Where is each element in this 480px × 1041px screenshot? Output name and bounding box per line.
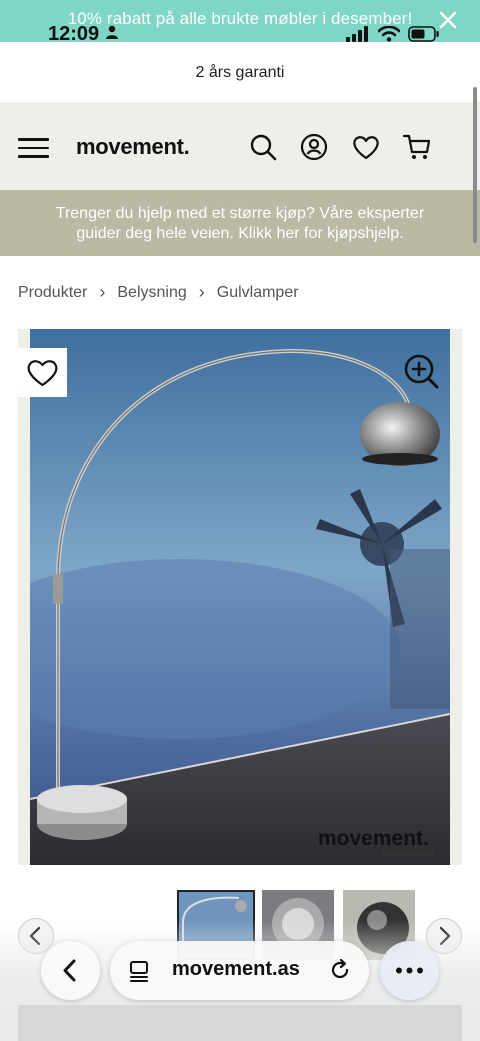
heart-icon (27, 360, 58, 387)
add-to-wishlist-button[interactable] (18, 348, 67, 397)
content-below (18, 1005, 462, 1041)
wifi-icon (378, 26, 400, 42)
breadcrumb: Produkter › Belysning › Gulvlamper (18, 282, 299, 303)
browser-more-button[interactable] (380, 941, 439, 1000)
image-watermark: movement. (318, 827, 429, 850)
person-icon (105, 25, 118, 39)
help-line-1: Trenger du hjelp med et større kjøp? Vår… (55, 205, 425, 222)
help-line-2: guider deg hele veien. Klikk her for kjø… (76, 225, 404, 242)
guarantee-strip: 2 års garanti (0, 46, 480, 102)
cart-icon[interactable] (402, 132, 432, 162)
status-bar: 12:09 (0, 22, 480, 46)
breadcrumb-item-belysning[interactable]: Belysning (117, 284, 186, 302)
site-logo[interactable]: movement. (76, 134, 190, 160)
breadcrumb-item-produkter[interactable]: Produkter (18, 284, 87, 302)
reader-view-icon[interactable] (128, 959, 152, 983)
breadcrumb-item-gulvlamper[interactable]: Gulvlamper (217, 284, 299, 302)
wishlist-icon[interactable] (351, 132, 381, 162)
search-icon[interactable] (248, 132, 278, 162)
scrollbar[interactable] (473, 87, 477, 243)
more-icon (396, 967, 423, 974)
purchase-help-banner[interactable]: Trenger du hjelp med et større kjøp? Vår… (0, 190, 480, 256)
time-text: 12:09 (48, 23, 100, 45)
breadcrumb-separator: › (198, 282, 205, 302)
hamburger-menu-icon[interactable] (18, 138, 49, 158)
floor-lamp-photo: movement. (30, 329, 450, 865)
breadcrumb-separator: › (99, 282, 106, 302)
url-text: movement.as (172, 958, 300, 980)
status-time: 12:09 (48, 23, 119, 46)
product-image[interactable]: movement. (18, 329, 462, 865)
account-icon[interactable] (299, 132, 329, 162)
address-bar[interactable]: movement.as (110, 941, 369, 1000)
back-arrow-icon (63, 959, 76, 982)
zoom-in-icon[interactable] (402, 352, 440, 390)
browser-back-button[interactable] (41, 941, 100, 1000)
site-header: movement. (0, 102, 480, 190)
reload-icon[interactable] (328, 958, 352, 982)
signal-icon (346, 26, 368, 42)
battery-icon (408, 26, 439, 42)
